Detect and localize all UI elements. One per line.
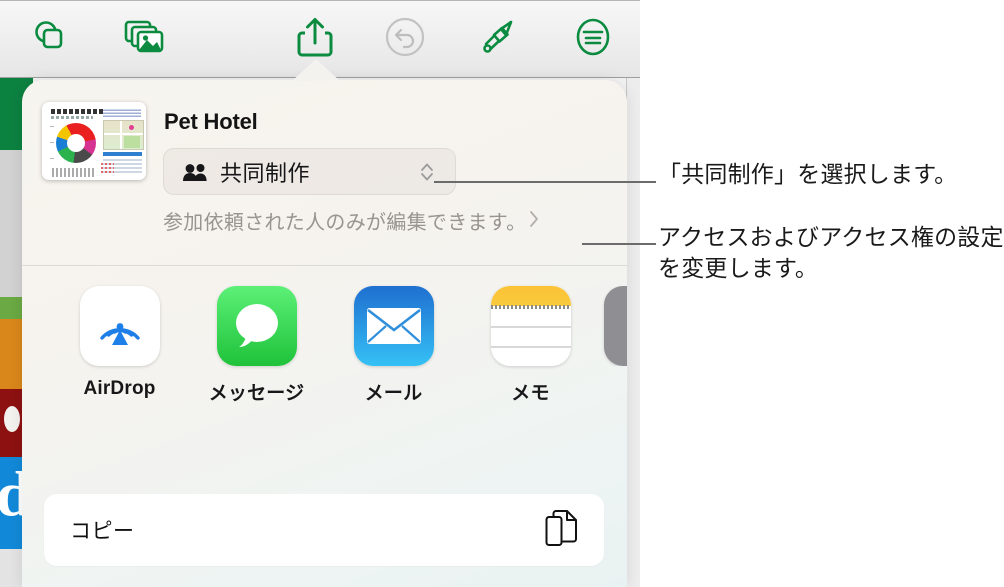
leader-line-collaborate <box>434 181 656 183</box>
share-app-row: AirDrop メッセージ メール メモ <box>22 286 627 446</box>
share-target-mail[interactable]: メール <box>325 286 462 405</box>
photos-icon <box>124 19 166 60</box>
share-sheet-pointer <box>292 59 340 81</box>
format-brush-button[interactable] <box>470 13 526 65</box>
permission-text: 参加依頼された人のみが編集できます。 <box>163 212 527 234</box>
sheet-divider <box>22 265 627 266</box>
permission-row[interactable]: 参加依頼された人のみが編集できます。 <box>163 206 539 235</box>
paintbrush-icon <box>477 16 519 63</box>
annotation-collaborate: 「共同制作」を選択します。 <box>658 161 958 187</box>
share-target-label: メール <box>364 383 423 404</box>
share-target-messages[interactable]: メッセージ <box>188 286 325 405</box>
share-button[interactable] <box>287 13 343 65</box>
share-target-notes[interactable]: メモ <box>462 286 599 405</box>
more-list-icon <box>572 16 614 63</box>
people-icon <box>182 162 209 182</box>
share-sheet: Pet Hotel 共同制作 参加依頼された人のみが編集できます。 AirDro… <box>22 80 627 587</box>
share-target-more[interactable] <box>599 286 627 366</box>
page-title: Pet Hotel <box>164 109 258 134</box>
chevron-up-down-icon <box>419 160 435 184</box>
screenshot-canvas: d st r <box>0 0 1004 587</box>
insert-shape-button[interactable] <box>22 13 78 65</box>
copy-action-label: コピー <box>70 520 135 543</box>
document-thumbnail <box>42 102 146 180</box>
more-menu-button[interactable] <box>565 13 621 65</box>
document-right-rail <box>626 62 640 587</box>
share-sheet-header: Pet Hotel 共同制作 参加依頼された人のみが編集できます。 <box>22 80 627 263</box>
copy-icon <box>544 508 580 553</box>
annotation-access: アクセスおよびアクセス権の設定を変更します。 <box>658 224 1004 282</box>
mail-icon <box>353 286 434 366</box>
chevron-right-icon <box>528 209 540 233</box>
shapes-icon <box>30 17 70 62</box>
undo-button[interactable] <box>377 13 433 65</box>
share-icon <box>297 15 333 64</box>
share-target-label: メモ <box>511 383 550 404</box>
messages-icon <box>216 286 297 366</box>
airdrop-icon <box>79 286 160 366</box>
undo-icon <box>384 16 426 63</box>
partial-app-icon <box>604 286 627 366</box>
collaborate-select[interactable]: 共同制作 <box>163 148 456 195</box>
app-window: d st r <box>0 0 640 587</box>
insert-media-button[interactable] <box>117 13 173 65</box>
share-target-label: メッセージ <box>208 383 305 404</box>
collaborate-select-label: 共同制作 <box>220 160 311 186</box>
share-target-airdrop[interactable]: AirDrop <box>51 286 188 400</box>
copy-action-row[interactable]: コピー <box>44 494 604 566</box>
notes-icon <box>490 286 571 366</box>
leader-line-access <box>582 243 656 245</box>
share-target-label: AirDrop <box>83 378 156 399</box>
backdrop-shape-notch <box>4 406 20 432</box>
